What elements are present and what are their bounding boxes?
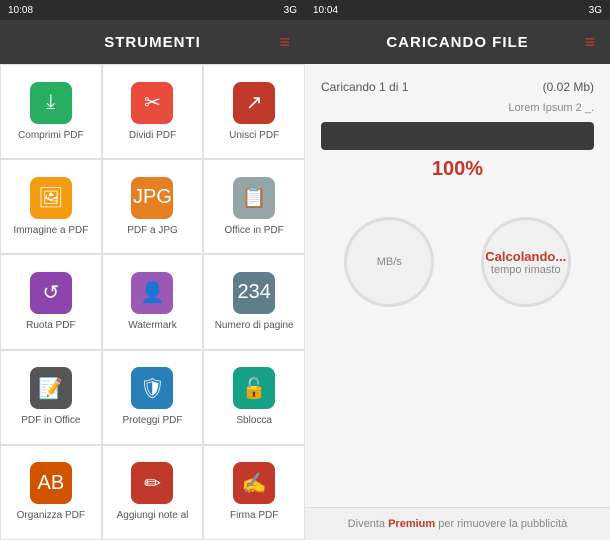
pdf-a-jpg-icon: JPG: [131, 177, 173, 219]
file-info: Caricando 1 di 1 (0.02 Mb): [321, 80, 594, 94]
promo-suffix: per rimuovere la pubblicità: [435, 518, 567, 530]
comprimi-pdf-icon: ⤓: [30, 82, 72, 124]
pdf-a-jpg-label: PDF a JPG: [127, 224, 178, 237]
time-right: 10:08: [8, 5, 33, 16]
tools-grid: ⤓ Comprimi PDF ✂ Dividi PDF ↗ Unisci PDF 🖼 Imma…: [0, 64, 305, 540]
tool-cell-ruota-pdf[interactable]: ↺ Ruota PDF: [0, 254, 102, 349]
immagine-a-pdf-icon: 🖼: [30, 177, 72, 219]
sblocca-icon: 🔓: [233, 367, 275, 409]
tool-cell-unisci-pdf[interactable]: ↗ Unisci PDF: [203, 64, 305, 159]
signal-left: 3G: [589, 5, 602, 16]
premium-link[interactable]: Premium: [388, 518, 435, 530]
left-content: Caricando 1 di 1 (0.02 Mb) Lorem Ipsum 2…: [305, 64, 610, 507]
circle-speed: MB/s: [344, 217, 434, 307]
tool-cell-dividi-pdf[interactable]: ✂ Dividi PDF: [102, 64, 204, 159]
firma-pdf-label: Firma PDF: [230, 509, 278, 522]
tool-cell-pdf-a-jpg[interactable]: JPG PDF a JPG: [102, 159, 204, 254]
circle-speed-label: MB/s: [377, 256, 402, 268]
ruota-pdf-label: Ruota PDF: [26, 319, 75, 332]
organizza-pdf-icon: AB: [30, 462, 72, 504]
promo-text: Diventa: [348, 518, 388, 530]
progress-bar-fill: [321, 122, 594, 150]
comprimi-pdf-label: Comprimi PDF: [18, 129, 84, 142]
promo-bar: Diventa Premium per rimuovere la pubblic…: [305, 507, 610, 540]
signal-right: 3G: [284, 5, 297, 16]
sblocca-label: Sblocca: [236, 414, 272, 427]
numero-di-pagine-icon: 234: [233, 272, 275, 314]
percent-text: 100%: [321, 158, 594, 181]
unisci-pdf-label: Unisci PDF: [229, 129, 279, 142]
status-bar-left: 10:04 3G: [305, 0, 610, 20]
right-menu-icon[interactable]: ≡: [279, 32, 291, 53]
tool-cell-comprimi-pdf[interactable]: ⤓ Comprimi PDF: [0, 64, 102, 159]
tool-cell-organizza-pdf[interactable]: AB Organizza PDF: [0, 445, 102, 540]
immagine-a-pdf-label: Immagine a PDF: [13, 224, 88, 237]
office-in-pdf-label: Office in PDF: [225, 224, 284, 237]
right-header: STRUMENTI ≡: [0, 20, 305, 64]
tool-cell-sblocca[interactable]: 🔓 Sblocca: [203, 350, 305, 445]
aggiungi-note-label: Aggiungi note al: [117, 509, 189, 522]
left-header: CARICANDO FILE ≡: [305, 20, 610, 64]
circles-row: MB/s Calcolando... tempo rimasto: [321, 217, 594, 307]
dividi-pdf-label: Dividi PDF: [129, 129, 176, 142]
tool-cell-aggiungi-note[interactable]: ✏ Aggiungi note al: [102, 445, 204, 540]
right-title: STRUMENTI: [104, 34, 201, 51]
file-subtitle: Lorem Ipsum 2 _.: [321, 102, 594, 114]
aggiungi-note-icon: ✏: [131, 462, 173, 504]
right-panel: 10:08 3G STRUMENTI ≡ ⤓ Comprimi PDF ✂ Divid…: [0, 0, 305, 540]
circle-time-value: Calcolando...: [485, 249, 566, 264]
file-name: Caricando 1 di 1: [321, 80, 408, 94]
pdf-in-office-label: PDF in Office: [21, 414, 80, 427]
watermark-label: Watermark: [128, 319, 177, 332]
file-size: (0.02 Mb): [543, 80, 594, 94]
office-in-pdf-icon: 📋: [233, 177, 275, 219]
time-left: 10:04: [313, 5, 338, 16]
organizza-pdf-label: Organizza PDF: [17, 509, 85, 522]
proteggi-pdf-icon: 🛡: [131, 367, 173, 409]
firma-pdf-icon: ✍: [233, 462, 275, 504]
tool-cell-firma-pdf[interactable]: ✍ Firma PDF: [203, 445, 305, 540]
status-bar-right: 10:08 3G: [0, 0, 305, 20]
pdf-in-office-icon: 📝: [30, 367, 72, 409]
tool-cell-immagine-a-pdf[interactable]: 🖼 Immagine a PDF: [0, 159, 102, 254]
circle-time: Calcolando... tempo rimasto: [481, 217, 571, 307]
progress-bar-container: [321, 122, 594, 150]
tool-cell-numero-di-pagine[interactable]: 234 Numero di pagine: [203, 254, 305, 349]
tool-cell-proteggi-pdf[interactable]: 🛡 Proteggi PDF: [102, 350, 204, 445]
circle-time-label: tempo rimasto: [491, 264, 561, 276]
left-title: CARICANDO FILE: [386, 34, 528, 51]
tool-cell-pdf-in-office[interactable]: 📝 PDF in Office: [0, 350, 102, 445]
unisci-pdf-icon: ↗: [233, 82, 275, 124]
watermark-icon: 👤: [131, 272, 173, 314]
numero-di-pagine-label: Numero di pagine: [215, 319, 294, 332]
dividi-pdf-icon: ✂: [131, 82, 173, 124]
ruota-pdf-icon: ↺: [30, 272, 72, 314]
tool-cell-office-in-pdf[interactable]: 📋 Office in PDF: [203, 159, 305, 254]
left-menu-icon[interactable]: ≡: [584, 32, 596, 53]
tool-cell-watermark[interactable]: 👤 Watermark: [102, 254, 204, 349]
left-panel: 10:04 3G CARICANDO FILE ≡ Caricando 1 di…: [305, 0, 610, 540]
proteggi-pdf-label: Proteggi PDF: [122, 414, 182, 427]
